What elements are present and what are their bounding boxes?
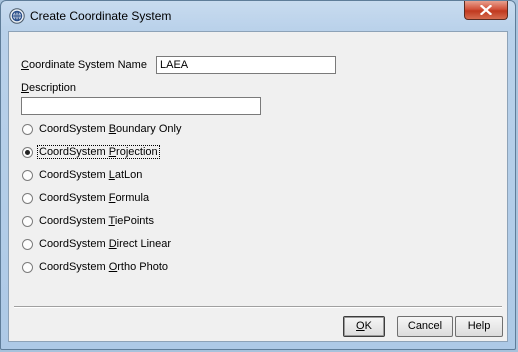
title-bar[interactable]: Create Coordinate System xyxy=(1,1,515,31)
ok-button[interactable]: OK xyxy=(343,316,385,337)
radio-option-label[interactable]: CoordSystem Direct Linear xyxy=(39,238,171,250)
button-divider xyxy=(14,306,502,308)
description-input[interactable] xyxy=(21,97,261,115)
help-button[interactable]: Help xyxy=(455,316,503,337)
close-icon xyxy=(480,5,492,15)
radio-button[interactable] xyxy=(22,124,33,135)
window-title: Create Coordinate System xyxy=(30,9,172,23)
radio-option-label[interactable]: CoordSystem TiePoints xyxy=(39,215,154,227)
coordinate-system-name-input[interactable] xyxy=(156,56,336,74)
dialog-window: Create Coordinate System Coordinate Syst… xyxy=(0,0,516,350)
radio-button[interactable] xyxy=(22,216,33,227)
close-button[interactable] xyxy=(464,1,508,20)
radio-button[interactable] xyxy=(22,193,33,204)
description-label: Description xyxy=(21,82,77,94)
radio-button-selected[interactable] xyxy=(22,147,33,158)
radio-option-label[interactable]: CoordSystem Projection xyxy=(37,145,160,159)
radio-button[interactable] xyxy=(22,262,33,273)
radio-button[interactable] xyxy=(22,170,33,181)
radio-option-label[interactable]: CoordSystem Ortho Photo xyxy=(39,261,168,273)
dialog-body: Coordinate System Name Description Coord… xyxy=(8,31,508,342)
radio-button[interactable] xyxy=(22,239,33,250)
name-label: Coordinate System Name xyxy=(21,59,147,71)
radio-option-label[interactable]: CoordSystem Formula xyxy=(39,192,149,204)
cancel-button[interactable]: Cancel xyxy=(397,316,453,337)
globe-icon xyxy=(9,8,25,24)
radio-option-label[interactable]: CoordSystem LatLon xyxy=(39,169,142,181)
radio-option-label[interactable]: CoordSystem Boundary Only xyxy=(39,123,181,135)
